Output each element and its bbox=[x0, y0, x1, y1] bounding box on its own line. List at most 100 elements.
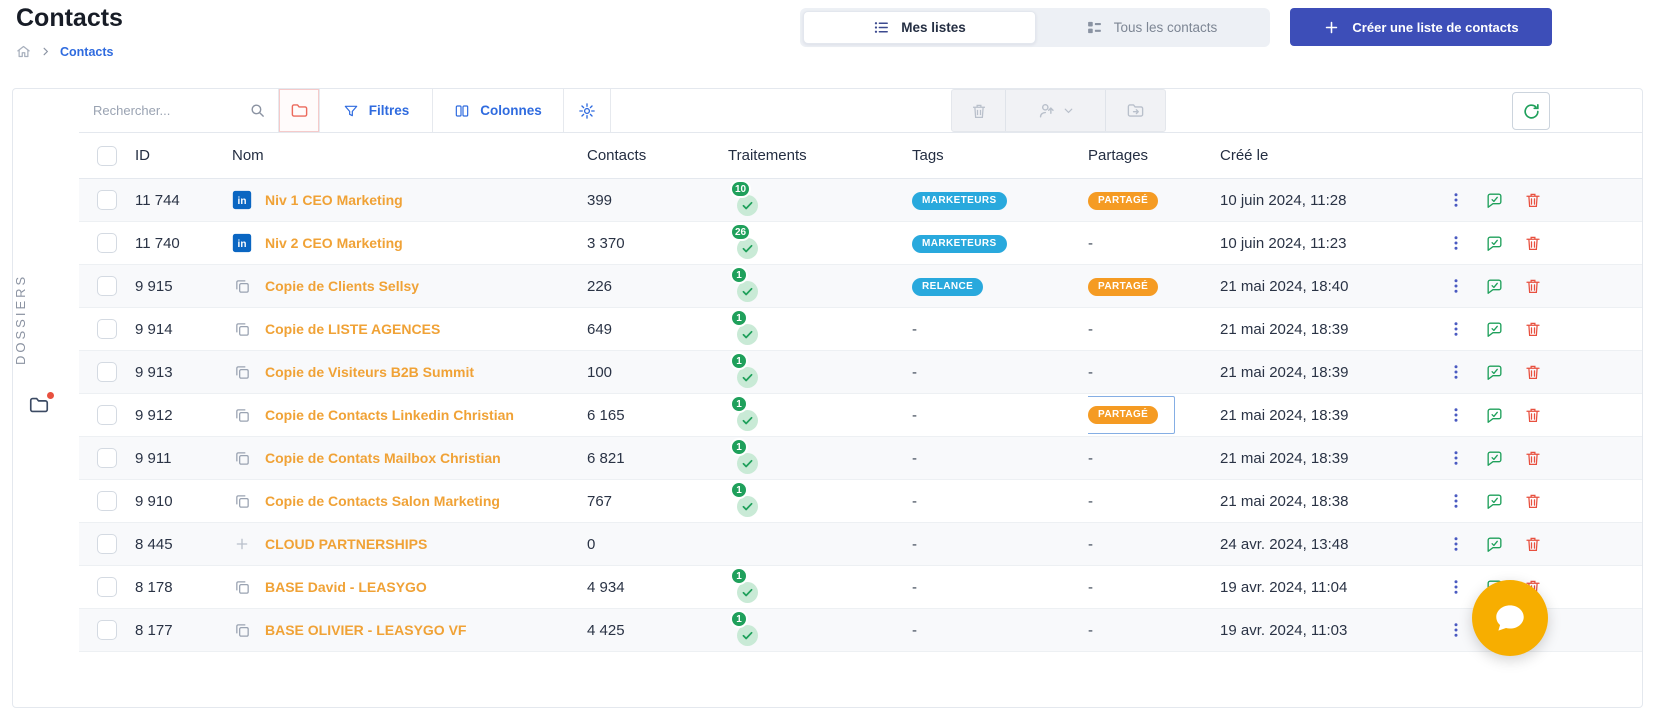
table-settings-button[interactable] bbox=[564, 89, 610, 132]
row-checkbox[interactable] bbox=[97, 276, 117, 296]
row-delete-button[interactable] bbox=[1524, 277, 1542, 295]
row-checkbox[interactable] bbox=[97, 534, 117, 554]
row-message-button[interactable] bbox=[1485, 320, 1504, 339]
created-date: 21 mai 2024, 18:40 bbox=[1220, 278, 1435, 295]
shared-badge[interactable]: PARTAGÉ bbox=[1088, 192, 1158, 210]
tag-badge: RELANCE bbox=[912, 278, 983, 296]
row-message-button[interactable] bbox=[1485, 234, 1504, 253]
row-delete-button[interactable] bbox=[1524, 535, 1542, 553]
shared-badge-focused[interactable]: PARTAGÉ bbox=[1088, 396, 1175, 434]
columns-button[interactable]: Colonnes bbox=[433, 89, 563, 132]
search-icon[interactable] bbox=[249, 102, 266, 119]
row-message-button[interactable] bbox=[1485, 191, 1504, 210]
row-menu-button[interactable] bbox=[1447, 535, 1465, 553]
refresh-button[interactable] bbox=[1512, 92, 1550, 130]
row-message-button[interactable] bbox=[1485, 363, 1504, 382]
list-name-link[interactable]: Copie de Visiteurs B2B Summit bbox=[265, 364, 474, 380]
bulk-delete-button[interactable] bbox=[952, 90, 1005, 131]
filters-button[interactable]: Filtres bbox=[320, 89, 432, 132]
breadcrumb: Contacts bbox=[16, 44, 113, 59]
svg-text:in: in bbox=[238, 239, 247, 250]
row-delete-button[interactable] bbox=[1524, 320, 1542, 338]
contacts-count: 399 bbox=[587, 192, 728, 209]
treatments-badge: 1 bbox=[730, 266, 760, 302]
chevron-down-icon bbox=[1062, 104, 1075, 117]
row-checkbox[interactable] bbox=[97, 448, 117, 468]
row-checkbox[interactable] bbox=[97, 620, 117, 640]
table-row: 8 178BASE David - LEASYGO4 9341--19 avr.… bbox=[79, 566, 1642, 609]
contacts-lists-panel: DOSSIERS F bbox=[12, 88, 1643, 708]
row-menu-button[interactable] bbox=[1447, 449, 1465, 467]
grid-list-icon bbox=[1086, 19, 1103, 36]
create-list-button[interactable]: Créer une liste de contacts bbox=[1290, 8, 1552, 46]
breadcrumb-link-contacts[interactable]: Contacts bbox=[60, 45, 113, 59]
treatments-count: 1 bbox=[730, 266, 748, 284]
row-menu-button[interactable] bbox=[1447, 621, 1465, 639]
empty-value: - bbox=[1088, 536, 1093, 553]
list-name-link[interactable]: Copie de Contacts Linkedin Christian bbox=[265, 407, 514, 423]
row-id: 9 914 bbox=[135, 321, 232, 338]
row-checkbox[interactable] bbox=[97, 577, 117, 597]
contacts-count: 649 bbox=[587, 321, 728, 338]
list-name-link[interactable]: Copie de Contacts Salon Marketing bbox=[265, 493, 500, 509]
bulk-move-to-folder-button[interactable] bbox=[1105, 90, 1165, 131]
row-delete-button[interactable] bbox=[1524, 234, 1542, 252]
folders-toggle-button[interactable] bbox=[27, 394, 53, 418]
shared-badge[interactable]: PARTAGÉ bbox=[1088, 406, 1158, 424]
row-message-button[interactable] bbox=[1485, 492, 1504, 511]
row-menu-button[interactable] bbox=[1447, 320, 1465, 338]
select-all-checkbox[interactable] bbox=[97, 146, 117, 166]
chat-fab-button[interactable] bbox=[1472, 580, 1548, 656]
list-name-link[interactable]: CLOUD PARTNERSHIPS bbox=[265, 536, 427, 552]
home-icon[interactable] bbox=[16, 44, 31, 59]
table-toolbar: Filtres Colonnes bbox=[79, 89, 1642, 133]
row-message-button[interactable] bbox=[1485, 406, 1504, 425]
row-delete-button[interactable] bbox=[1524, 191, 1542, 209]
column-header-shares: Partages bbox=[1088, 147, 1220, 164]
list-name-link[interactable]: Copie de LISTE AGENCES bbox=[265, 321, 440, 337]
row-menu-button[interactable] bbox=[1447, 406, 1465, 424]
list-name-link[interactable]: Niv 1 CEO Marketing bbox=[265, 192, 403, 208]
row-checkbox[interactable] bbox=[97, 362, 117, 382]
list-name-link[interactable]: Copie de Contats Mailbox Christian bbox=[265, 450, 501, 466]
tab-tous-les-contacts[interactable]: Tous les contacts bbox=[1036, 11, 1267, 44]
bulk-export-button[interactable] bbox=[1005, 90, 1105, 131]
row-checkbox[interactable] bbox=[97, 491, 117, 511]
row-checkbox[interactable] bbox=[97, 319, 117, 339]
row-menu-button[interactable] bbox=[1447, 277, 1465, 295]
row-id: 8 445 bbox=[135, 536, 232, 553]
row-checkbox[interactable] bbox=[97, 233, 117, 253]
folder-filter-button[interactable] bbox=[279, 89, 319, 132]
svg-text:in: in bbox=[238, 196, 247, 207]
row-menu-button[interactable] bbox=[1447, 578, 1465, 596]
created-date: 10 juin 2024, 11:23 bbox=[1220, 235, 1435, 252]
row-message-button[interactable] bbox=[1485, 277, 1504, 296]
treatments-badge: 1 bbox=[730, 610, 760, 646]
shared-badge[interactable]: PARTAGÉ bbox=[1088, 278, 1158, 296]
row-checkbox[interactable] bbox=[97, 190, 117, 210]
list-name-link[interactable]: BASE David - LEASYGO bbox=[265, 579, 427, 595]
row-checkbox[interactable] bbox=[97, 405, 117, 425]
row-delete-button[interactable] bbox=[1524, 492, 1542, 510]
tab-mes-listes[interactable]: Mes listes bbox=[803, 11, 1036, 44]
row-delete-button[interactable] bbox=[1524, 449, 1542, 467]
row-message-button[interactable] bbox=[1485, 449, 1504, 468]
row-delete-button[interactable] bbox=[1524, 406, 1542, 424]
column-header-name: Nom bbox=[232, 147, 587, 164]
row-menu-button[interactable] bbox=[1447, 363, 1465, 381]
column-header-created: Créé le bbox=[1220, 147, 1435, 164]
list-name-link[interactable]: Copie de Clients Sellsy bbox=[265, 278, 419, 294]
row-menu-button[interactable] bbox=[1447, 492, 1465, 510]
page-header: Contacts Contacts Mes listes Tous les co… bbox=[0, 0, 1655, 88]
row-menu-button[interactable] bbox=[1447, 234, 1465, 252]
table-row: 9 911Copie de Contats Mailbox Christian6… bbox=[79, 437, 1642, 480]
created-date: 10 juin 2024, 11:28 bbox=[1220, 192, 1435, 209]
table-row: 9 914Copie de LISTE AGENCES6491--21 mai … bbox=[79, 308, 1642, 351]
empty-value: - bbox=[1088, 493, 1093, 510]
list-name-link[interactable]: Niv 2 CEO Marketing bbox=[265, 235, 403, 251]
row-menu-button[interactable] bbox=[1447, 191, 1465, 209]
row-message-button[interactable] bbox=[1485, 535, 1504, 554]
row-delete-button[interactable] bbox=[1524, 363, 1542, 381]
list-name-link[interactable]: BASE OLIVIER - LEASYGO VF bbox=[265, 622, 466, 638]
search-input[interactable] bbox=[93, 103, 241, 118]
